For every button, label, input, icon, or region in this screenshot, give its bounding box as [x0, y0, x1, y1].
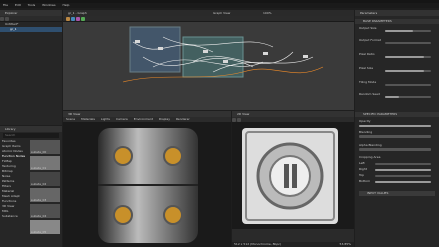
param-slider[interactable]	[375, 175, 431, 177]
param-label: Random Seed	[359, 92, 380, 96]
menu-bar: File Edit Tools Windows Help	[0, 3, 439, 8]
param-slider[interactable]	[385, 84, 431, 86]
graph-view-label: Graph View	[213, 11, 231, 15]
3d-viewport[interactable]	[63, 123, 231, 247]
library-folder-list: Favorites Graph Items Atomic Nodes Funct…	[2, 139, 28, 219]
param-label: Alpha Blending	[359, 143, 382, 147]
base-params-list: Output Size Output Format Pixel Ratio Pi…	[355, 24, 439, 104]
param-label: Pixel Size	[359, 66, 374, 70]
menu-edit[interactable]: Edit	[15, 3, 21, 7]
param-slider[interactable]	[385, 42, 431, 44]
param-label: Cropping Area	[359, 155, 381, 159]
3d-menu-display[interactable]: Display	[159, 117, 170, 121]
param-slider[interactable]	[385, 96, 431, 98]
frame-icon[interactable]	[71, 17, 75, 21]
library-panel: Library Search Favorites Graph Items Ato…	[0, 126, 62, 247]
graph-zoom[interactable]: 100%	[263, 11, 272, 15]
menu-tools[interactable]: Tools	[28, 3, 35, 7]
3d-menu-scene[interactable]: Scene	[66, 117, 75, 121]
library-thumb[interactable]: substa_02	[30, 172, 60, 186]
graph-node	[223, 60, 228, 63]
param-slider[interactable]	[359, 125, 431, 127]
param-label: Blending	[359, 130, 373, 134]
texture-slot	[284, 164, 289, 188]
library-thumbnails: substa_00 substa_01 substa_02 substa_03 …	[30, 140, 60, 234]
thumb-label: substa_02	[31, 182, 47, 186]
param-label: Pixel Ratio	[359, 52, 375, 56]
param-slider[interactable]	[385, 30, 431, 32]
3d-menu-camera[interactable]: Camera	[116, 117, 128, 121]
param-slider[interactable]	[375, 181, 431, 183]
param-slider[interactable]	[375, 163, 431, 165]
param-label: Left	[359, 161, 365, 165]
library-thumb[interactable]: substa_00	[30, 140, 60, 154]
node-graph[interactable]	[63, 22, 354, 110]
2d-view-panel: 2D View 512 x 512 (Monochrome, 8bpc) 53.…	[232, 111, 354, 247]
param-dropdown[interactable]	[359, 135, 431, 138]
param-label: Opacity	[359, 119, 371, 123]
param-label: Right	[359, 167, 367, 171]
library-thumb[interactable]: substa_01	[30, 156, 60, 170]
param-label: Top	[359, 173, 365, 177]
library-thumb[interactable]: substa_05	[30, 220, 60, 234]
channels-icon[interactable]	[232, 118, 236, 122]
param-label: Output Size	[359, 26, 377, 30]
param-label: Output Format	[359, 38, 381, 42]
frame-blue	[129, 26, 181, 73]
param-slider[interactable]	[385, 56, 431, 58]
thumb-label: substa_01	[31, 166, 47, 170]
thumb-label: substa_04	[31, 214, 47, 218]
param-label: Tiling Mode	[359, 80, 377, 84]
library-thumb[interactable]: substa_03	[30, 188, 60, 202]
comment-icon[interactable]	[76, 17, 80, 21]
menu-file[interactable]: File	[3, 3, 8, 7]
new-icon[interactable]	[0, 17, 4, 21]
3d-menu-renderer[interactable]: Renderer	[176, 117, 190, 121]
save-icon[interactable]	[5, 17, 9, 21]
thumb-label: substa_00	[31, 150, 47, 154]
texture-inner	[269, 155, 311, 197]
param-slider[interactable]	[385, 70, 431, 72]
explorer-panel: Explorer Untitled* gr_1	[0, 10, 62, 125]
param-dropdown[interactable]	[359, 148, 431, 151]
menu-windows[interactable]: Windows	[42, 3, 55, 7]
port	[163, 146, 183, 166]
param-slider[interactable]	[375, 169, 431, 171]
port	[163, 205, 183, 225]
3d-menu-materials[interactable]: Materials	[81, 117, 95, 121]
2d-view-status: 512 x 512 (Monochrome, 8bpc) 53.85%	[232, 242, 354, 247]
thumb-label: substa_05	[31, 230, 47, 234]
node-icon[interactable]	[81, 17, 85, 21]
param-label: Bottom	[359, 179, 371, 183]
parameters-title: Parameters	[355, 10, 439, 16]
graph-node	[158, 47, 163, 50]
tile-icon[interactable]	[237, 118, 241, 122]
parameters-panel: Parameters BASE PARAMETERS Output Size O…	[355, 10, 439, 247]
library-thumb[interactable]: substa_04	[30, 204, 60, 218]
thumb-label: substa_03	[31, 198, 47, 202]
3d-view-panel: 3D View Scene Materials Lights Camera Enviro…	[63, 111, 231, 247]
library-title: Library	[0, 126, 62, 132]
graph-node	[303, 55, 308, 58]
2d-status-text: 512 x 512 (Monochrome, 8bpc)	[234, 242, 282, 246]
library-search[interactable]: Search	[3, 133, 59, 138]
menu-help[interactable]: Help	[63, 3, 70, 7]
frame-teal	[182, 36, 244, 78]
2d-zoom[interactable]: 53.85%	[340, 242, 351, 247]
port	[113, 146, 133, 166]
2d-viewport[interactable]	[232, 123, 354, 229]
input-values-header[interactable]: INPUT VALUES	[359, 191, 435, 196]
library-folder[interactable]: Substance	[2, 214, 28, 219]
3d-menu-environment[interactable]: Environment	[134, 117, 153, 121]
graph-panel: gr_1 - Graph Graph View 100%	[63, 10, 354, 110]
pen-icon[interactable]	[66, 17, 70, 21]
specific-params-list: Opacity Blending Alpha Blending Cropping…	[355, 117, 439, 187]
3d-menu-lights[interactable]: Lights	[101, 117, 110, 121]
port	[113, 205, 133, 225]
explorer-graph-item[interactable]: gr_1	[0, 27, 62, 32]
graph-node	[203, 50, 208, 53]
graph-node	[263, 52, 268, 55]
graph-node	[135, 40, 140, 43]
texture-slot	[292, 164, 297, 188]
